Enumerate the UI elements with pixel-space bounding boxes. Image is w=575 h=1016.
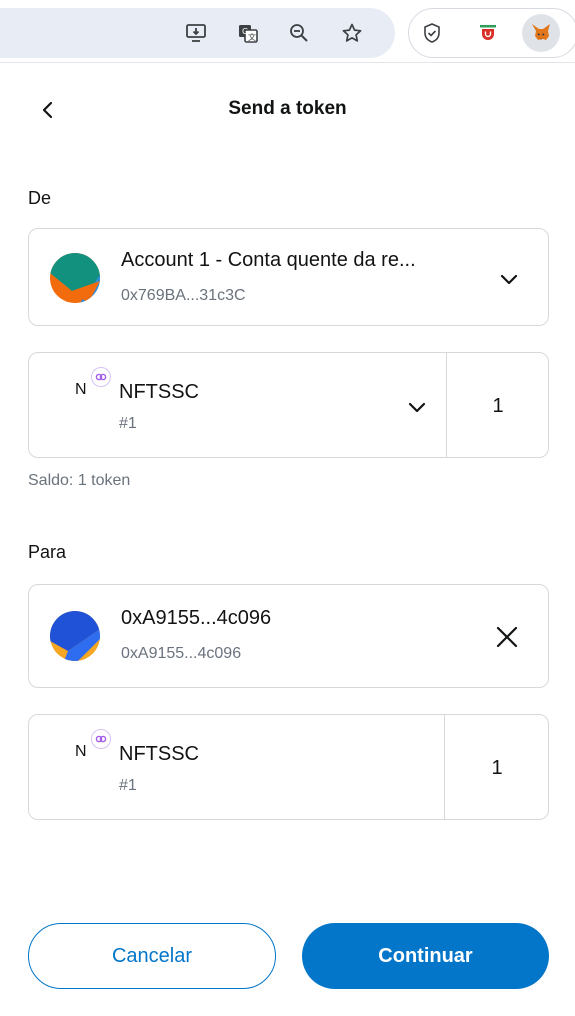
- account-avatar: [50, 253, 100, 303]
- zoom-icon[interactable]: [287, 21, 311, 45]
- bookmark-star-icon[interactable]: [340, 21, 364, 45]
- page-title: Send a token: [228, 98, 347, 119]
- nft-link-icon: [91, 729, 111, 749]
- toolbar-divider: [0, 62, 575, 63]
- from-label: De: [28, 188, 52, 208]
- metamask-fox-icon: [529, 21, 553, 45]
- nft-icon: N: [67, 367, 111, 407]
- clear-recipient-button[interactable]: [489, 619, 525, 655]
- asset-token-id: #1: [119, 415, 137, 432]
- account-name: Account 1 - Conta quente da re...: [121, 249, 416, 271]
- asset-token-id: #1: [119, 777, 137, 794]
- nft-letter: N: [75, 381, 87, 398]
- balance-text: Saldo: 1 token: [28, 472, 131, 489]
- recipient-name: 0xA9155...4c096: [121, 607, 272, 629]
- nft-icon: N: [67, 729, 111, 769]
- cancel-button[interactable]: Cancelar: [28, 923, 276, 989]
- translate-icon[interactable]: G文: [236, 21, 260, 45]
- close-icon: [496, 626, 518, 648]
- to-asset-card: N NFTSSC #1 1: [28, 714, 549, 820]
- from-account-selector[interactable]: Account 1 - Conta quente da re... 0x769B…: [28, 228, 549, 326]
- recipient-avatar: [50, 611, 100, 661]
- chevron-down-icon: [500, 274, 518, 285]
- from-asset-card: N NFTSSC #1 1: [28, 352, 549, 458]
- recipient-address: 0xA9155...4c096: [121, 645, 242, 662]
- chevron-down-icon: [408, 402, 426, 413]
- shield-extension-icon[interactable]: [420, 21, 444, 45]
- asset-selector-button[interactable]: [399, 389, 435, 425]
- account-address: 0x769BA...31c3C: [121, 287, 246, 304]
- asset-name: NFTSSC: [119, 743, 199, 765]
- nft-link-icon: [91, 367, 111, 387]
- install-app-icon[interactable]: [184, 21, 208, 45]
- asset-name: NFTSSC: [119, 381, 199, 403]
- browser-toolbar: G文: [0, 0, 575, 64]
- red-extension-icon[interactable]: [476, 21, 500, 45]
- continue-button[interactable]: Continuar: [302, 923, 549, 989]
- recipient-card[interactable]: 0xA9155...4c096 0xA9155...4c096: [28, 584, 549, 688]
- amount-field[interactable]: 1: [447, 393, 549, 419]
- svg-text:文: 文: [248, 32, 256, 42]
- to-label: Para: [28, 542, 67, 562]
- nft-letter: N: [75, 743, 87, 760]
- amount-field[interactable]: 1: [445, 755, 549, 781]
